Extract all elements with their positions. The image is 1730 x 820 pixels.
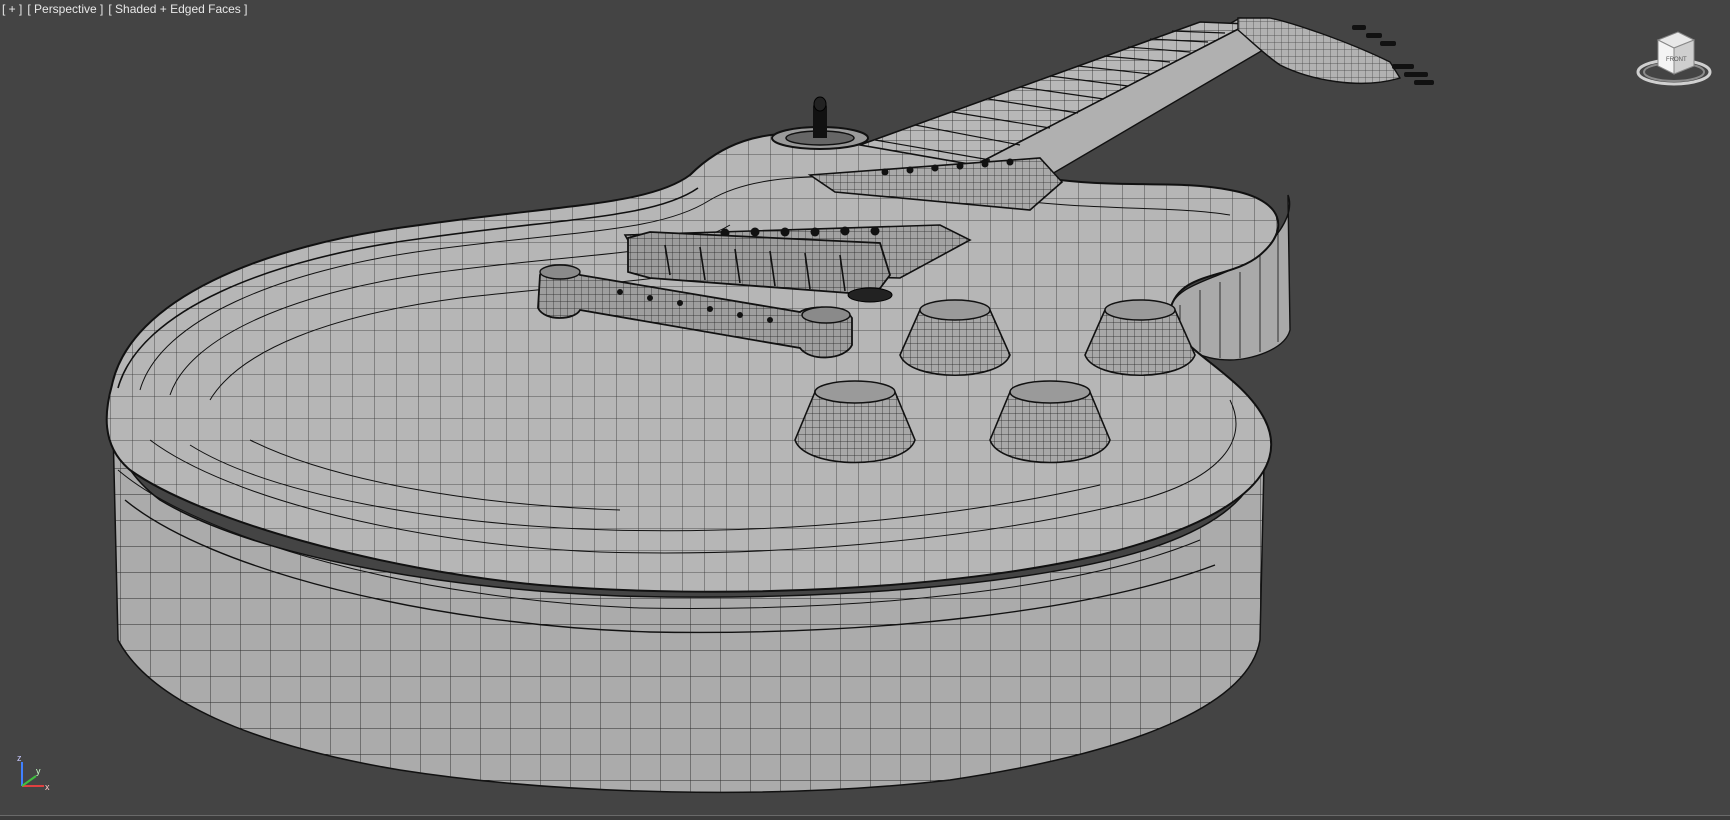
y-axis-line: [21, 775, 37, 787]
z-axis-label: z: [17, 753, 22, 763]
guitar-wireframe-render[interactable]: [0, 0, 1730, 820]
axis-tripod: z x y: [14, 752, 54, 796]
pickup-selector-switch: [771, 96, 869, 150]
perspective-viewport[interactable]: [ + ] [ Perspective ] [ Shaded + Edged F…: [0, 0, 1730, 820]
viewcube-navigation[interactable]: FRONT: [1636, 28, 1712, 90]
viewcube-icon[interactable]: FRONT: [1636, 28, 1712, 90]
axis-tripod-icon: z x y: [17, 753, 50, 792]
x-axis-label: x: [45, 782, 50, 792]
y-axis-label: y: [36, 766, 41, 776]
viewcube-face-label: FRONT: [1666, 57, 1687, 63]
viewport-bottom-border: [0, 815, 1730, 820]
guitar-neck: [856, 17, 1281, 179]
guitar-headstock: [1237, 17, 1434, 85]
